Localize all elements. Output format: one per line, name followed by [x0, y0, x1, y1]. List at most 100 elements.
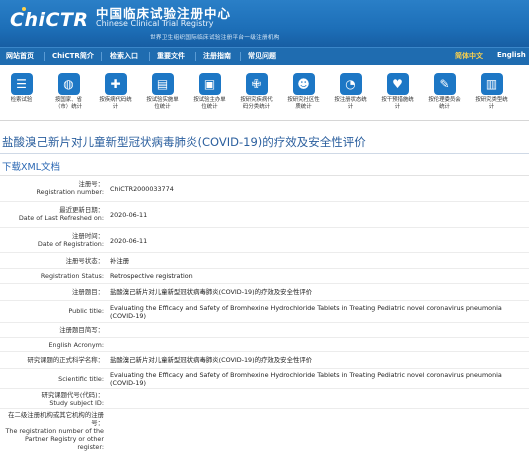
label-cn: 注册时间： [72, 232, 104, 240]
label-en: Date of Registration: [37, 240, 104, 248]
registration-details-table: 注册号： Registration number: ChiCTR20000337… [0, 175, 529, 451]
icon-label: 按注册状态统计 [334, 97, 367, 110]
table-row: Public title: Evaluating the Efficacy an… [0, 301, 529, 323]
nav-divider [149, 52, 150, 61]
icon-label: 按研究类型统计 [475, 97, 508, 110]
site-header: ChiCTR 中国临床试验注册中心 Chinese Clinical Trial… [0, 0, 529, 47]
icon-tile-status[interactable]: ◔ 按注册状态统计 [332, 68, 369, 120]
table-row: 注册题目： 盐酸溴己新片对儿童新型冠状病毒肺炎(COVID-19)的疗效及安全性… [0, 284, 529, 301]
download-xml-link[interactable]: 下载XML文档 [2, 159, 60, 173]
icon-label: 按疾病代码统计 [99, 97, 132, 110]
field-label: Registration Status: [40, 272, 104, 280]
nav-divider [195, 52, 196, 61]
table-row: Registration Status: Retrospective regis… [0, 269, 529, 284]
icon-tile-sponsor[interactable]: ▣ 按试验主办单位统计 [191, 68, 228, 120]
icon-label: 检索试验 [10, 97, 33, 103]
nav-divider [101, 52, 102, 61]
icon-tile-drug[interactable]: ✙ 按研究疾病代码分类统计 [238, 68, 275, 120]
nav-search[interactable]: 检索入口 [110, 51, 138, 61]
by-study-type-icon: ▥ [480, 73, 503, 95]
label-cn: 在二级注册机构或其它机构的注册号： [8, 411, 104, 427]
icon-tile-type[interactable]: ▤ 按试验实施单位统计 [144, 68, 181, 120]
table-row: Scientific title: Evaluating the Efficac… [0, 369, 529, 389]
nav-divider [240, 52, 241, 61]
label-cn: 研究课题代号(代码)： [41, 391, 104, 399]
icon-label: 按国家、省（市）统计 [55, 97, 82, 110]
icon-tile-search[interactable]: ☰ 检索试验 [3, 68, 40, 120]
label-en: The registration number of the Partner R… [5, 427, 104, 451]
field-value: ChiCTR2000033774 [110, 185, 174, 193]
nav-guide[interactable]: 注册指南 [203, 51, 231, 61]
field-value: Evaluating the Efficacy and Safety of Br… [110, 304, 502, 320]
field-label: 最近更新日期： Date of Last Refreshed on: [0, 206, 104, 222]
field-value: 盐酸溴己新片对儿童新型冠状病毒肺炎(COVID-19)的疗效及安全性评价 [110, 356, 313, 364]
by-intervention-icon: ♥ [386, 73, 409, 95]
icon-label: 按研究社区性质统计 [287, 97, 320, 110]
search-trials-icon: ☰ [10, 73, 33, 95]
nav-about[interactable]: ChiCTR简介 [52, 51, 94, 61]
field-value: Retrospective registration [110, 272, 193, 280]
icon-label: 按试验实施单位统计 [146, 97, 179, 110]
chictr-logo[interactable]: ChiCTR [6, 5, 89, 31]
table-row: 最近更新日期： Date of Last Refreshed on: 2020-… [0, 202, 529, 228]
site-name-en: Chinese Clinical Trial Registry [96, 19, 214, 28]
field-value: 2020-06-11 [110, 237, 148, 245]
icon-tile-disease[interactable]: ✚ 按疾病代码统计 [97, 68, 134, 120]
table-row: 在二级注册机构或其它机构的注册号： The registration numbe… [0, 409, 529, 456]
icon-label: 按试验主办单位统计 [193, 97, 226, 110]
icon-label: 按研究疾病代码分类统计 [240, 97, 273, 110]
table-row: 研究课题代号(代码)： Study subject ID: [0, 389, 529, 409]
field-label: 注册号： Registration number: [0, 180, 104, 196]
icon-label: 按干预措施统计 [381, 97, 414, 110]
field-label: 研究课题代号(代码)： Study subject ID: [0, 391, 104, 407]
field-label: 注册号状态： [65, 257, 104, 265]
nav-home[interactable]: 网站首页 [6, 51, 34, 61]
by-drug-icon: ✙ [245, 73, 268, 95]
by-cro-icon: ☻ [292, 73, 315, 95]
by-type-icon: ▤ [151, 73, 174, 95]
field-value: Evaluating the Efficacy and Safety of Br… [110, 371, 502, 387]
field-label: 研究课题的正式科学名称： [27, 356, 104, 364]
field-label: Public title: [68, 307, 104, 315]
by-ethics-icon: ✎ [433, 73, 456, 95]
logo-text: ChiCTR [10, 9, 89, 31]
icon-tile-country[interactable]: ◍ 按国家、省（市）统计 [50, 68, 87, 120]
field-value: 盐酸溴己新片对儿童新型冠状病毒肺炎(COVID-19)的疗效及安全性评价 [110, 288, 313, 296]
lang-english[interactable]: English [497, 51, 526, 59]
by-sponsor-icon: ▣ [198, 73, 221, 95]
table-row: English Acronym: [0, 338, 529, 352]
nav-faq[interactable]: 常见问题 [248, 51, 276, 61]
table-row: 注册号： Registration number: ChiCTR20000337… [0, 176, 529, 202]
field-label: 注册题目简写： [59, 326, 104, 334]
icon-tile-study-type[interactable]: ▥ 按研究类型统计 [473, 68, 510, 120]
icon-label: 按伦理委员会统计 [428, 97, 461, 110]
label-en: Date of Last Refreshed on: [18, 214, 104, 222]
nav-divider [44, 52, 45, 61]
icon-tile-cro[interactable]: ☻ 按研究社区性质统计 [285, 68, 322, 120]
field-label: 注册时间： Date of Registration: [0, 232, 104, 248]
field-value: 2020-06-11 [110, 211, 148, 219]
statistics-icon-bar: ☰ 检索试验 ◍ 按国家、省（市）统计 ✚ 按疾病代码统计 ▤ 按试验实施单位统… [0, 65, 529, 121]
table-row: 注册时间： Date of Registration: 2020-06-11 [0, 228, 529, 253]
label-en: Study subject ID: [49, 399, 104, 407]
nav-documents[interactable]: 重要文件 [157, 51, 185, 61]
field-value: 补注册 [110, 257, 130, 265]
main-nav: 网站首页 ChiCTR简介 检索入口 重要文件 注册指南 常见问题 简体中文 E… [0, 47, 529, 65]
by-disease-icon: ✚ [104, 73, 127, 95]
label-cn: 注册号： [78, 180, 104, 188]
by-country-icon: ◍ [57, 73, 80, 95]
field-label: English Acronym: [48, 341, 105, 349]
field-label: Scientific title: [58, 375, 104, 383]
field-label: 在二级注册机构或其它机构的注册号： The registration numbe… [0, 411, 104, 451]
lang-chinese[interactable]: 简体中文 [455, 51, 483, 61]
by-status-icon: ◔ [339, 73, 362, 95]
icon-tile-intervention[interactable]: ♥ 按干预措施统计 [379, 68, 416, 120]
label-en: Registration number: [36, 188, 104, 196]
field-label: 注册题目： [72, 288, 104, 296]
icon-tile-ethics[interactable]: ✎ 按伦理委员会统计 [426, 68, 463, 120]
label-cn: 最近更新日期： [59, 206, 104, 214]
title-divider [0, 153, 529, 154]
logo-dot-icon [22, 7, 26, 11]
page-title: 盐酸溴己新片对儿童新型冠状病毒肺炎(COVID-19)的疗效及安全性评价 [2, 135, 366, 149]
table-row: 研究课题的正式科学名称： 盐酸溴己新片对儿童新型冠状病毒肺炎(COVID-19)… [0, 352, 529, 369]
